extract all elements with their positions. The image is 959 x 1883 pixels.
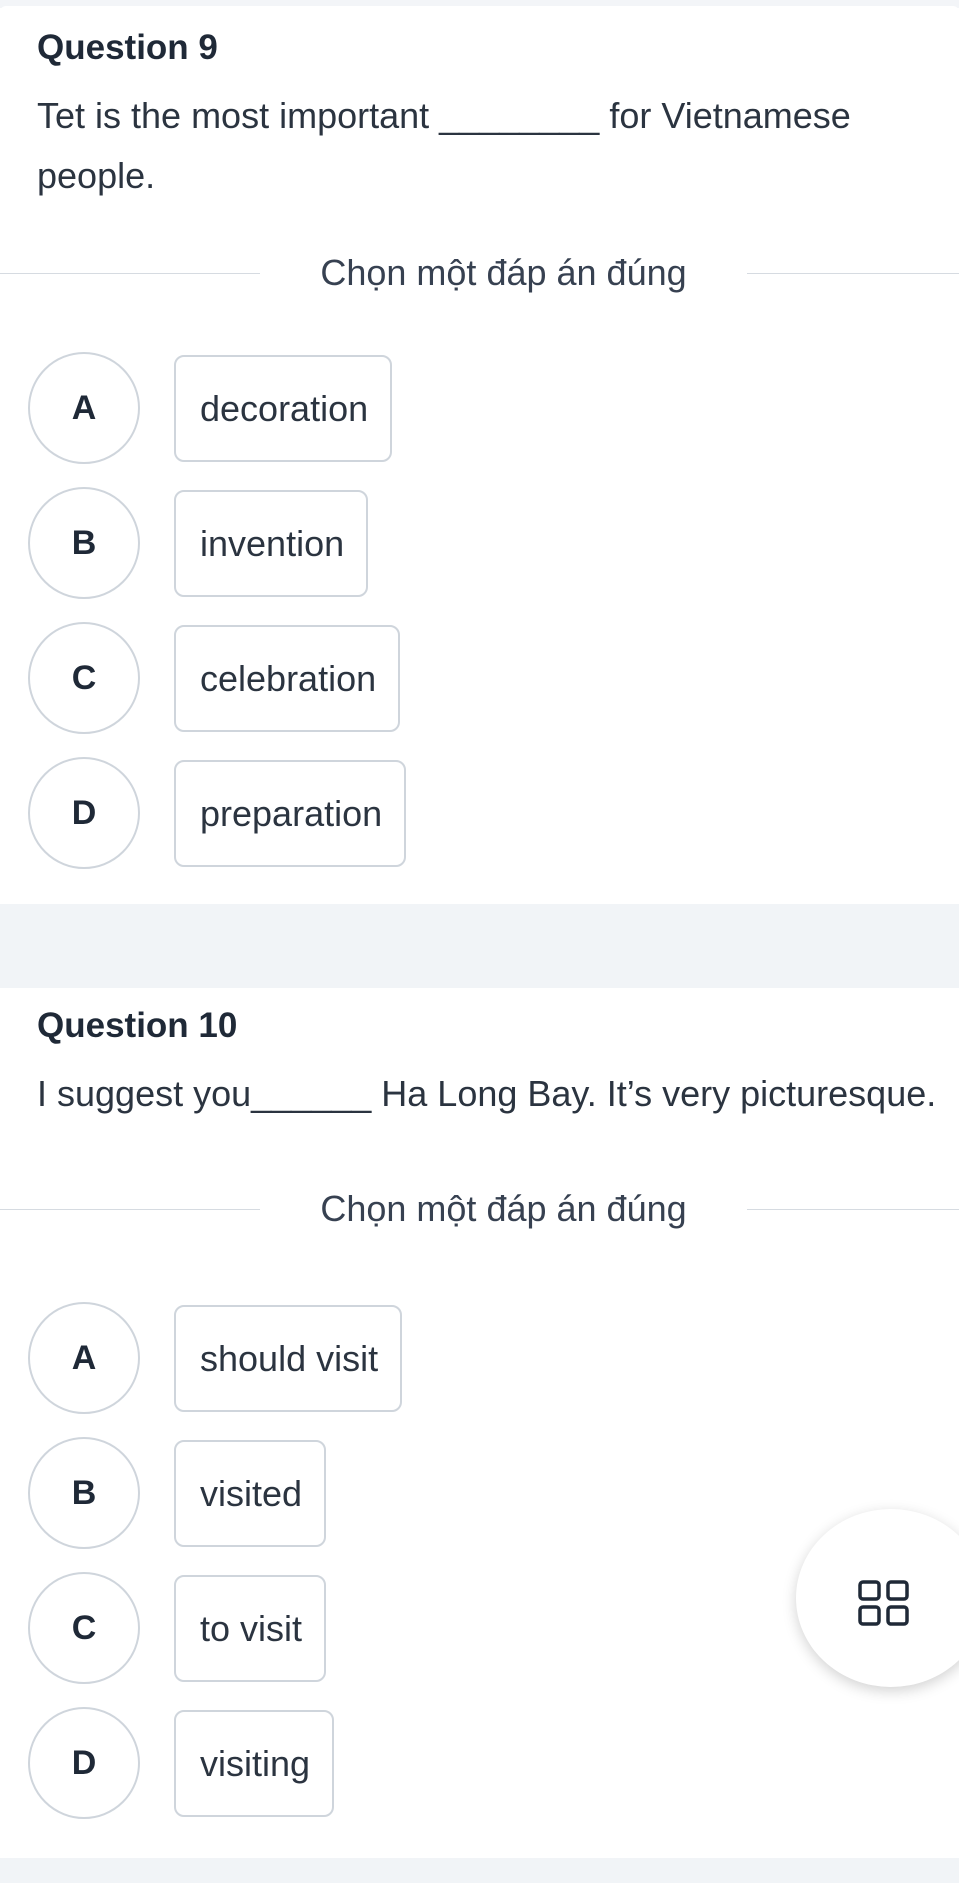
instruction-divider: Chọn một đáp án đúng [0, 1184, 959, 1234]
question-text-part: for Vietnamese [599, 95, 851, 136]
option-letter[interactable]: A [28, 352, 140, 464]
option-b[interactable]: B visited [28, 1437, 928, 1549]
option-letter[interactable]: C [28, 622, 140, 734]
divider-line [747, 273, 959, 274]
answer-blank: ________ [439, 95, 600, 136]
option-text[interactable]: visiting [174, 1710, 335, 1817]
option-text[interactable]: to visit [174, 1575, 327, 1682]
option-a[interactable]: A should visit [28, 1302, 928, 1414]
option-text[interactable]: preparation [174, 760, 407, 867]
instruction-label: Chọn một đáp án đúng [320, 252, 687, 293]
option-text[interactable]: celebration [174, 625, 401, 732]
option-letter[interactable]: B [28, 487, 140, 599]
option-text[interactable]: visited [174, 1440, 327, 1547]
option-d[interactable]: D preparation [28, 757, 928, 869]
grid-icon [858, 1580, 909, 1626]
question-text-part: I suggest you [37, 1073, 252, 1114]
option-letter[interactable]: B [28, 1437, 140, 1549]
option-a[interactable]: A decoration [28, 352, 928, 464]
question-text-line-1: Tet is the most important ________ for V… [37, 86, 851, 146]
question-text-line-2: people. [37, 155, 156, 196]
option-letter[interactable]: D [28, 1707, 140, 1819]
option-text[interactable]: decoration [174, 355, 393, 462]
question-title: Question 9 [37, 28, 218, 67]
instruction-label: Chọn một đáp án đúng [320, 1188, 687, 1229]
divider-line [747, 1209, 959, 1210]
option-letter[interactable]: A [28, 1302, 140, 1414]
option-letter[interactable]: D [28, 757, 140, 869]
instruction-divider: Chọn một đáp án đúng [0, 248, 959, 298]
question-card-10: Question 10 I suggest you______ Ha Long … [0, 988, 959, 1858]
option-b[interactable]: B invention [28, 487, 928, 599]
divider-line [0, 1209, 260, 1210]
question-text-line-1: I suggest you______ Ha Long Bay. It’s ve… [37, 1064, 936, 1124]
option-c[interactable]: C to visit [28, 1572, 928, 1684]
bottom-separator [0, 1858, 959, 1883]
question-text-part: Tet is the most important [37, 95, 440, 136]
answer-blank: ______ [251, 1073, 372, 1114]
question-card-9: Question 9 Tet is the most important ___… [0, 6, 959, 904]
option-c[interactable]: C celebration [28, 622, 928, 734]
option-text[interactable]: invention [174, 490, 369, 597]
question-text-part: Ha Long Bay. It’s very picturesque. [371, 1073, 937, 1114]
option-d[interactable]: D visiting [28, 1707, 928, 1819]
option-letter[interactable]: C [28, 1572, 140, 1684]
divider-line [0, 273, 260, 274]
question-title: Question 10 [37, 1006, 238, 1045]
card-separator [0, 904, 959, 988]
option-text[interactable]: should visit [174, 1305, 403, 1412]
